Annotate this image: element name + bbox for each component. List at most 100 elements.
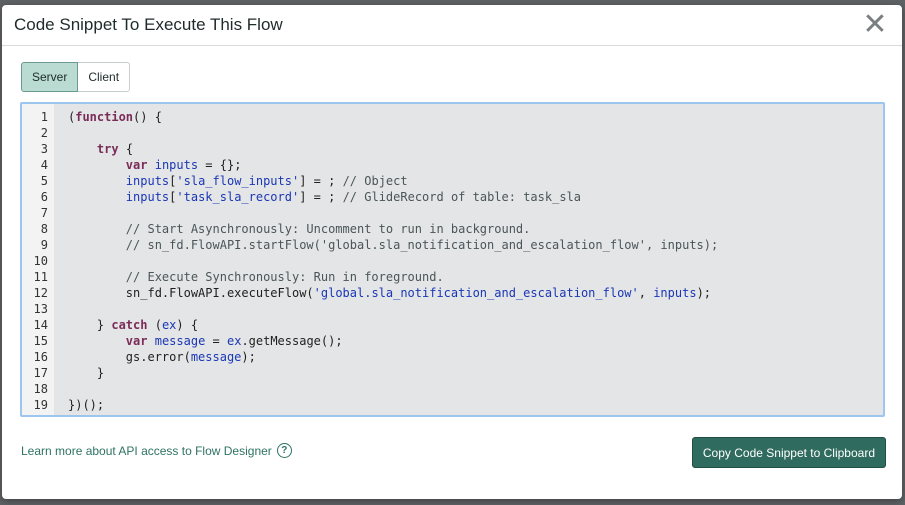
code-token: } (68, 366, 105, 380)
code-token: ) { (176, 318, 199, 332)
line-number-gutter: 1 2 3 4 5 6 7 8 9 10 11 12 13 14 15 16 17 18 19 (22, 104, 54, 415)
tab-client[interactable]: Client (78, 62, 131, 92)
code-line: sn_fd.FlowAPI.executeFlow('global.sla_no… (68, 285, 883, 301)
line-number: 7 (40, 206, 48, 220)
line-number: 19 (33, 398, 48, 412)
code-token: // Object (342, 174, 408, 188)
code-line: } catch (ex) { (68, 317, 883, 333)
code-token: inputs (125, 190, 170, 204)
copy-code-snippet-button[interactable]: Copy Code Snippet to Clipboard (691, 437, 886, 468)
code-line: // Start Asynchronously: Uncomment to ru… (68, 221, 883, 237)
code-line: var message = ex.getMessage(); (68, 333, 883, 349)
code-token: gs.error( (68, 350, 191, 364)
code-content[interactable]: (function() { try { var inputs = {}; inp… (54, 104, 883, 415)
code-token: ex (161, 318, 177, 332)
code-line: inputs['task_sla_record'] = ; // GlideRe… (68, 189, 883, 205)
line-number: 9 (40, 238, 48, 252)
line-number: 16 (33, 350, 48, 364)
line-number: 2 (40, 126, 48, 140)
code-token: inputs (125, 174, 170, 188)
code-token: = (205, 334, 227, 348)
line-number: 6 (40, 190, 48, 204)
code-line: (function() { (68, 109, 883, 125)
line-number: 17 (33, 366, 48, 380)
code-token: catch (111, 318, 148, 332)
code-token: ); (696, 286, 712, 300)
code-line: var inputs = {}; (68, 157, 883, 173)
code-token: // Execute Synchronously: Run in foregro… (125, 270, 444, 284)
code-token: , (638, 286, 654, 300)
line-number: 3 (40, 142, 48, 156)
code-token: ex (226, 334, 242, 348)
tab-server[interactable]: Server (21, 62, 79, 92)
code-token: try (96, 142, 119, 156)
code-token: sn_fd.FlowAPI.executeFlow( (68, 286, 314, 300)
line-number: 4 (40, 158, 48, 172)
code-token: // sn_fd.FlowAPI.startFlow('global.sla_n… (125, 238, 719, 252)
code-token: () { (133, 110, 162, 124)
help-icon[interactable]: ? (276, 443, 292, 458)
code-snippet-modal: Code Snippet To Execute This Flow ✕ Serv… (2, 5, 902, 499)
line-number: 18 (33, 382, 48, 396)
learn-more-link-label: Learn more about API access to Flow Desi… (21, 443, 272, 458)
code-line: })(); (68, 397, 883, 413)
line-number: 1 (40, 110, 48, 124)
code-line: // sn_fd.FlowAPI.startFlow('global.sla_n… (68, 237, 883, 253)
code-token: inputs (653, 286, 697, 300)
code-line: // Execute Synchronously: Run in foregro… (68, 269, 883, 285)
code-editor[interactable]: 1 2 3 4 5 6 7 8 9 10 11 12 13 14 15 16 17 18 19 (function(… (20, 102, 885, 417)
line-number: 11 (33, 270, 48, 284)
learn-more-link[interactable]: Learn more about API access to Flow Desi… (21, 443, 292, 458)
modal-header: Code Snippet To Execute This Flow ✕ (2, 5, 902, 46)
code-token: } (68, 318, 112, 332)
code-token: message (154, 334, 206, 348)
code-token: { (118, 142, 134, 156)
code-token: ); (241, 350, 256, 364)
code-line: } (68, 365, 883, 381)
code-token: .getMessage(); (241, 334, 343, 348)
code-token: // Start Asynchronously: Uncomment to ru… (125, 222, 531, 236)
code-token: 'task_sla_record' (176, 190, 300, 204)
code-token: var (125, 334, 148, 348)
code-token: ] = ; (299, 174, 343, 188)
code-token: message (190, 350, 242, 364)
code-token: ( (147, 318, 162, 332)
code-token: 'global.sla_notification_and_escalation_… (313, 286, 639, 300)
code-token: ] = ; (299, 190, 343, 204)
line-number: 14 (33, 318, 48, 332)
line-number: 5 (40, 174, 48, 188)
line-number: 10 (33, 254, 48, 268)
code-token: function (75, 110, 134, 124)
line-number: 8 (40, 222, 48, 236)
line-number: 15 (33, 334, 48, 348)
line-number: 12 (33, 286, 48, 300)
code-token: = {}; (198, 158, 242, 172)
code-token: })(); (68, 398, 105, 412)
server-client-toggle: Server Client (21, 62, 131, 92)
code-token: inputs (154, 158, 199, 172)
line-number: 13 (33, 302, 48, 316)
code-line: inputs['sla_flow_inputs'] = ; // Object (68, 173, 883, 189)
code-token: // GlideRecord of table: task_sla (342, 190, 581, 204)
code-line: gs.error(message); (68, 349, 883, 365)
code-token: 'sla_flow_inputs' (176, 174, 300, 188)
close-icon[interactable]: ✕ (862, 10, 888, 40)
code-token: var (125, 158, 148, 172)
modal-title: Code Snippet To Execute This Flow (14, 15, 283, 34)
code-line: try { (68, 141, 883, 157)
